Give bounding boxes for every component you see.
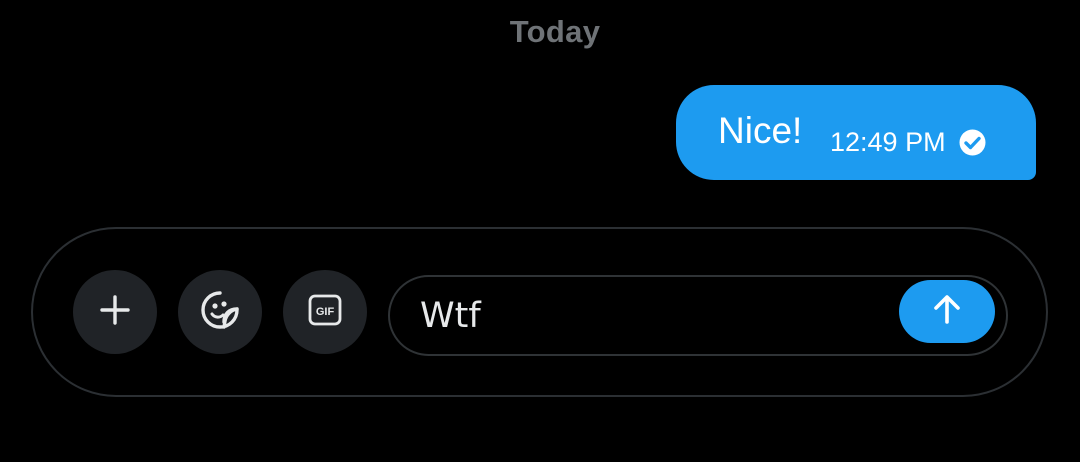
plus-icon: [98, 293, 132, 332]
gif-button[interactable]: GIF: [283, 270, 367, 354]
arrow-up-icon: [931, 292, 963, 331]
message-composer: GIF: [31, 227, 1048, 397]
outgoing-message-bubble[interactable]: Nice! 12:49 PM: [676, 85, 1036, 180]
message-input[interactable]: [420, 289, 890, 343]
message-meta: 12:49 PM: [830, 125, 987, 159]
gif-label: GIF: [316, 306, 335, 318]
sticker-button[interactable]: [178, 270, 262, 354]
check-circle-icon: [958, 128, 987, 157]
add-media-button[interactable]: [73, 270, 157, 354]
gif-icon: GIF: [308, 294, 342, 331]
send-button[interactable]: [899, 280, 995, 343]
message-input-container[interactable]: [388, 275, 1008, 356]
sticker-smile-icon: [199, 289, 241, 336]
message-text: Nice!: [718, 110, 803, 151]
date-divider: Today: [509, 14, 601, 49]
message-timestamp: 12:49 PM: [830, 127, 946, 157]
